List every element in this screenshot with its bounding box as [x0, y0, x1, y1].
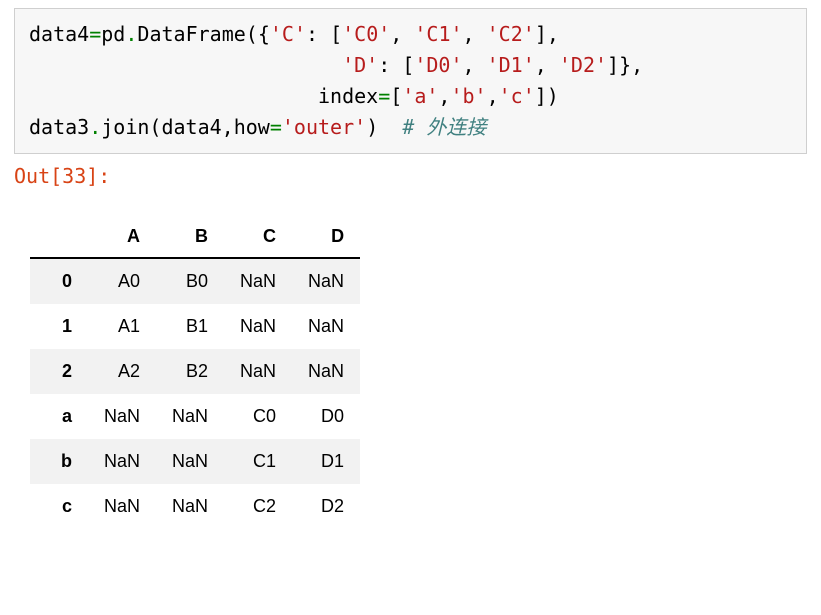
code-token: )	[366, 115, 402, 139]
code-token: join(data4,how	[101, 115, 270, 139]
code-string: 'D1'	[487, 53, 535, 77]
row-index: a	[30, 394, 88, 439]
cell: D1	[292, 439, 360, 484]
cell: NaN	[156, 484, 224, 529]
code-token: ],	[535, 22, 559, 46]
cell: C0	[224, 394, 292, 439]
row-index: 2	[30, 349, 88, 394]
code-string: 'a'	[402, 84, 438, 108]
code-string: 'c'	[499, 84, 535, 108]
table-row: 2 A2 B2 NaN NaN	[30, 349, 360, 394]
row-index: c	[30, 484, 88, 529]
code-token: .	[89, 115, 101, 139]
cell: NaN	[224, 349, 292, 394]
code-string: 'b'	[450, 84, 486, 108]
code-token: ,	[535, 53, 559, 77]
code-string: 'D'	[342, 53, 378, 77]
cell: NaN	[224, 258, 292, 304]
code-pad	[29, 84, 318, 108]
cell: NaN	[224, 304, 292, 349]
cell: B2	[156, 349, 224, 394]
table-header-col: D	[292, 216, 360, 258]
code-input-cell: data4=pd.DataFrame({'C': ['C0', 'C1', 'C…	[14, 8, 807, 154]
output-label: Out[33]:	[14, 164, 821, 188]
code-token: =	[378, 84, 390, 108]
table-header-row: A B C D	[30, 216, 360, 258]
code-string: 'C'	[270, 22, 306, 46]
cell: NaN	[88, 394, 156, 439]
code-token: =	[270, 115, 282, 139]
code-string: 'outer'	[282, 115, 366, 139]
cell: NaN	[156, 394, 224, 439]
cell: NaN	[292, 304, 360, 349]
table-row: c NaN NaN C2 D2	[30, 484, 360, 529]
code-token: =	[89, 22, 101, 46]
cell: A0	[88, 258, 156, 304]
table-header-index	[30, 216, 88, 258]
cell: A1	[88, 304, 156, 349]
code-string: 'D2'	[559, 53, 607, 77]
cell: A2	[88, 349, 156, 394]
code-token: data4	[29, 22, 89, 46]
cell: D0	[292, 394, 360, 439]
table-row: 1 A1 B1 NaN NaN	[30, 304, 360, 349]
row-index: b	[30, 439, 88, 484]
dataframe-table: A B C D 0 A0 B0 NaN NaN 1 A1 B1 NaN NaN	[30, 216, 360, 529]
code-comment: # 外连接	[402, 115, 486, 139]
cell: C2	[224, 484, 292, 529]
cell: C1	[224, 439, 292, 484]
code-token: ,	[390, 22, 414, 46]
code-token: ]},	[607, 53, 643, 77]
table-row: a NaN NaN C0 D0	[30, 394, 360, 439]
cell: NaN	[156, 439, 224, 484]
table-header-col: C	[224, 216, 292, 258]
cell: B1	[156, 304, 224, 349]
code-token: .	[125, 22, 137, 46]
code-token: data3	[29, 115, 89, 139]
cell: NaN	[292, 258, 360, 304]
table-row: b NaN NaN C1 D1	[30, 439, 360, 484]
code-token: DataFrame({	[137, 22, 269, 46]
code-token: ,	[463, 22, 487, 46]
row-index: 1	[30, 304, 88, 349]
code-kwarg: index	[318, 84, 378, 108]
row-index: 0	[30, 258, 88, 304]
code-token: [	[390, 84, 402, 108]
code-string: 'D0'	[414, 53, 462, 77]
cell: NaN	[88, 439, 156, 484]
table-header-col: A	[88, 216, 156, 258]
table-header-col: B	[156, 216, 224, 258]
cell: B0	[156, 258, 224, 304]
code-token: ])	[535, 84, 559, 108]
code-token: ,	[463, 53, 487, 77]
code-string: 'C2'	[487, 22, 535, 46]
code-token: : [	[378, 53, 414, 77]
code-token: ,	[487, 84, 499, 108]
code-pad	[29, 53, 342, 77]
table-row: 0 A0 B0 NaN NaN	[30, 258, 360, 304]
cell: NaN	[88, 484, 156, 529]
output-table-wrap: A B C D 0 A0 B0 NaN NaN 1 A1 B1 NaN NaN	[30, 216, 821, 529]
code-token: : [	[306, 22, 342, 46]
code-token: pd	[101, 22, 125, 46]
code-string: 'C0'	[342, 22, 390, 46]
cell: D2	[292, 484, 360, 529]
code-token: ,	[438, 84, 450, 108]
cell: NaN	[292, 349, 360, 394]
code-string: 'C1'	[414, 22, 462, 46]
